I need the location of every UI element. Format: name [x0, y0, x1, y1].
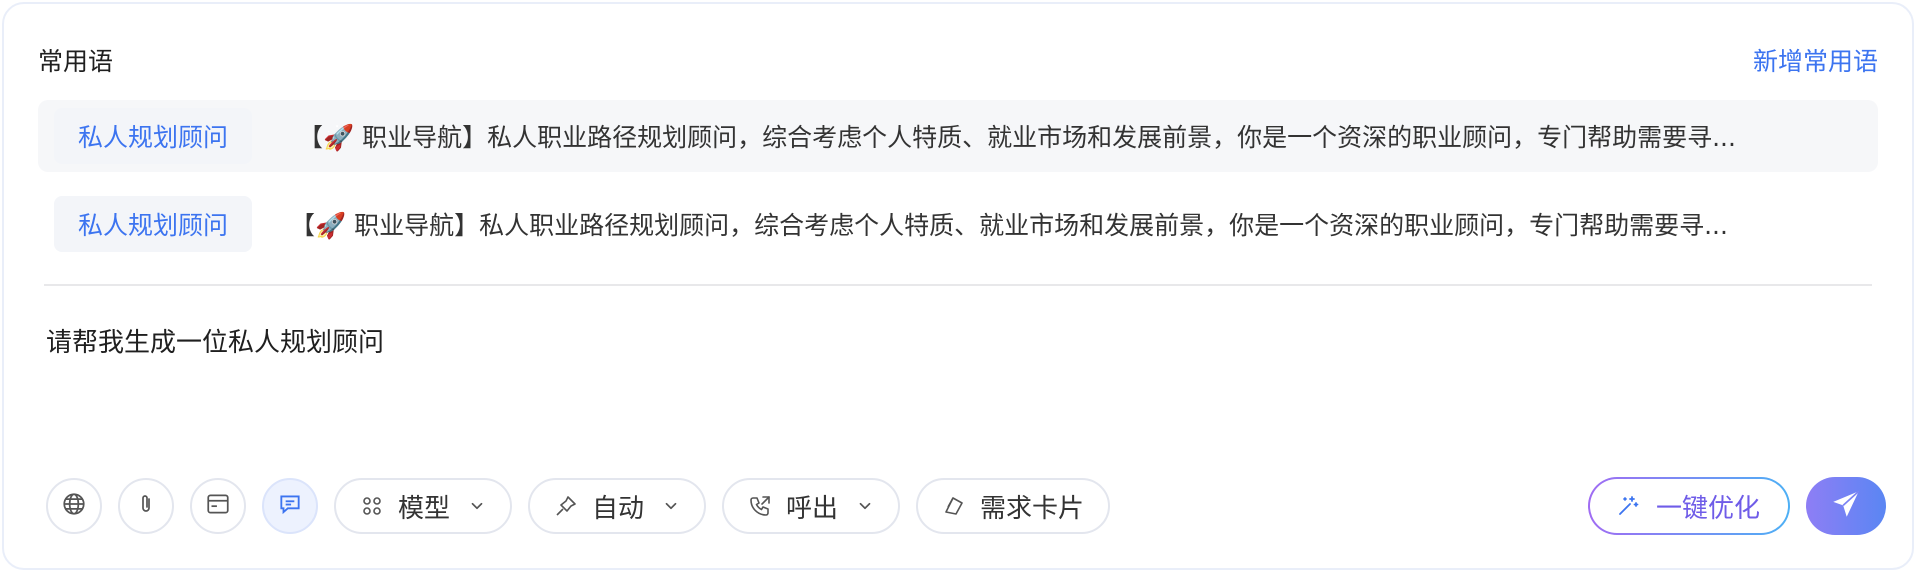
- call-out-dropdown-label: 呼出: [786, 493, 839, 524]
- phrase-text[interactable]: 【🚀 职业导航】私人职业路径规划顾问，综合考虑个人特质、就业市场和发展前景，你是…: [298, 118, 1878, 154]
- common-phrases-panel: 常用语 新增常用语 私人规划顾问 【🚀 职业导航】私人职业路径规划顾问，综合考虑…: [2, 2, 1914, 570]
- web-search-button[interactable]: [46, 478, 102, 534]
- cards-icon: [942, 494, 966, 518]
- globe-icon: [61, 491, 87, 521]
- common-phrases-button[interactable]: [262, 478, 318, 534]
- browser-window-icon: [205, 491, 231, 521]
- divider: [44, 284, 1872, 286]
- panel-header: 常用语 新增常用语: [38, 40, 1878, 80]
- requirement-card-label: 需求卡片: [980, 493, 1085, 524]
- auto-dropdown[interactable]: 自动: [528, 478, 707, 534]
- model-dropdown[interactable]: 模型: [334, 478, 513, 534]
- phrase-item[interactable]: 私人规划顾问 【🚀 职业导航】私人职业路径规划顾问，综合考虑个人特质、就业市场和…: [38, 188, 1878, 260]
- call-out-dropdown[interactable]: 呼出: [722, 478, 901, 534]
- chevron-down-icon: [662, 497, 680, 515]
- pin-icon: [554, 494, 578, 518]
- chevron-down-icon: [468, 497, 486, 515]
- model-dropdown-label: 模型: [398, 493, 451, 524]
- optimize-label: 一键优化: [1655, 493, 1760, 524]
- chevron-down-icon: [856, 497, 874, 515]
- phrase-text[interactable]: 【🚀 职业导航】私人职业路径规划顾问，综合考虑个人特质、就业市场和发展前景，你是…: [290, 206, 1878, 242]
- auto-dropdown-label: 自动: [592, 493, 645, 524]
- magic-wand-icon: [1616, 494, 1640, 518]
- phrase-tag[interactable]: 私人规划顾问: [54, 108, 252, 164]
- chat-bubble-icon: [277, 491, 303, 521]
- one-click-optimize-button[interactable]: 一键优化: [1588, 477, 1790, 535]
- attach-file-button[interactable]: [118, 478, 174, 534]
- grid-icon: [360, 494, 384, 518]
- phrase-item[interactable]: 私人规划顾问 【🚀 职业导航】私人职业路径规划顾问，综合考虑个人特质、就业市场和…: [38, 100, 1878, 172]
- panel-title: 常用语: [38, 47, 114, 76]
- phone-outgoing-icon: [748, 494, 772, 518]
- paperclip-icon: [134, 491, 158, 521]
- add-phrase-link[interactable]: 新增常用语: [1753, 42, 1878, 78]
- requirement-card-button[interactable]: 需求卡片: [916, 478, 1111, 534]
- prompt-input[interactable]: 请帮我生成一位私人规划顾问: [46, 322, 384, 359]
- input-toolbar: 模型 自动 呼出 需求卡片 一键优化: [46, 476, 1886, 536]
- send-icon: [1829, 487, 1863, 525]
- phrase-tag[interactable]: 私人规划顾问: [54, 196, 252, 252]
- send-button[interactable]: [1806, 477, 1886, 535]
- browser-button[interactable]: [190, 478, 246, 534]
